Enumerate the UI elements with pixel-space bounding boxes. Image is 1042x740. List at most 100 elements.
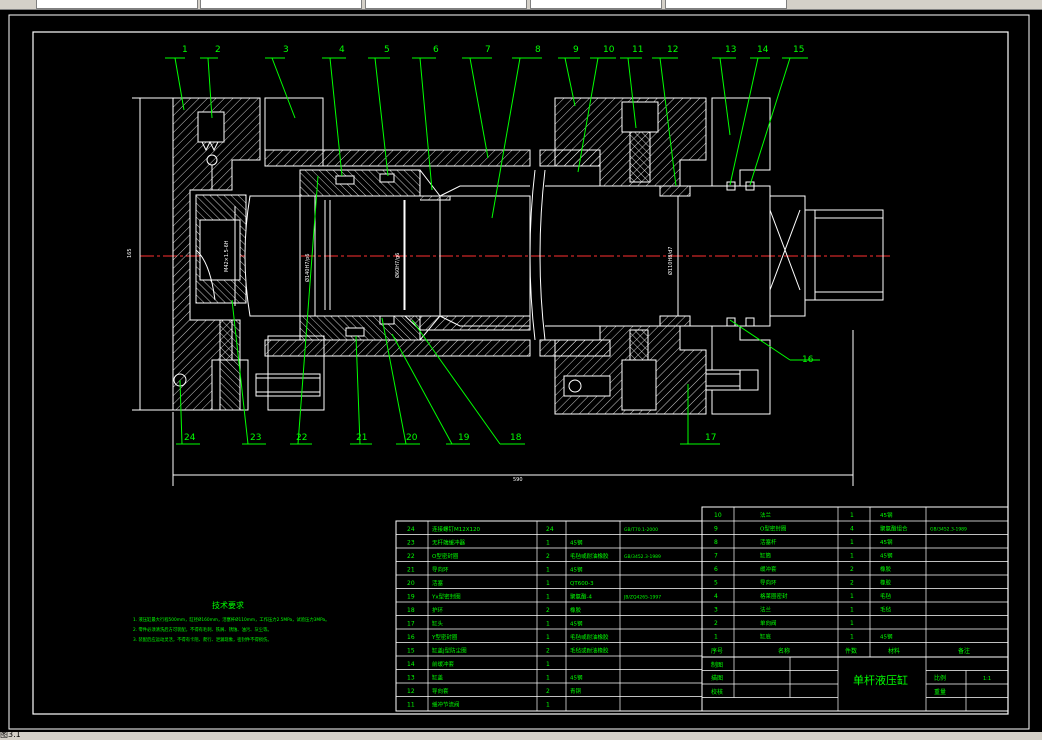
balloon-23: 23 [250,433,261,443]
bom-left-name: 缸盖J型防尘圈 [432,647,467,655]
balloon-15: 15 [793,45,804,55]
bom-right-qty: 2 [850,566,854,573]
bom-right-name: 格莱圈密封 [760,592,788,600]
bom-left-no: 15 [407,648,415,655]
bom-right-no: 6 [714,566,718,573]
bom-right-name: 单向阀 [760,619,777,627]
bom-left-no: 19 [407,594,415,601]
bom-left-name: 缸头 [432,620,444,628]
bom-right-qty: 1 [850,634,854,641]
bom-left-material: 45钢 [570,674,583,682]
title-checked-label: 描图 [711,674,723,682]
bom-left-qty: 24 [546,526,554,533]
bom-right-no: 1 [714,634,718,641]
balloon-3: 3 [283,45,289,55]
balloon-9: 9 [573,45,579,55]
bom-right-material: 聚氨酯组合 [880,525,908,533]
bom-left-remark: GB/T70.1-2000 [624,527,658,533]
bom-right-qty: 1 [850,553,854,560]
bom-left-qty: 1 [546,540,550,547]
balloon-4: 4 [339,45,345,55]
balloon-8: 8 [535,45,541,55]
scale-label: 比例 [934,674,946,682]
weight-label: 重量 [934,688,946,696]
balloon-1: 1 [182,45,188,55]
balloon-10: 10 [603,45,615,55]
bom-left-qty: 2 [546,688,550,695]
document-tab[interactable] [36,0,198,9]
scale-value: 1:1 [983,676,991,682]
bom-left-name: 导向环 [432,566,449,574]
balloon-6: 6 [433,45,439,55]
balloon-12: 12 [667,45,678,55]
bom-left-qty: 1 [546,567,550,574]
bom-left-qty: 1 [546,621,550,628]
dim-bore4: Ø110H8/d7 [667,247,674,275]
status-bar: 图3.1 [0,730,1042,739]
bom-left-name: 缸盖 [432,674,444,682]
document-tab[interactable] [665,0,787,9]
bom-header-no: 序号 [711,647,723,655]
balloon-5: 5 [384,45,390,55]
bom-left-no: 20 [407,580,415,587]
bom-right-no: 7 [714,553,718,560]
bom-right-material: 45钢 [880,633,893,641]
bom-left-name: 导向套 [432,687,449,695]
balloon-11: 11 [632,45,643,55]
bom-left-material: 聚氨酯-4 [570,593,592,601]
bom-right-qty: 1 [850,512,854,519]
bom-right-material: 毛毡 [880,606,892,614]
bom-right-qty: 1 [850,539,854,546]
bom-right-name: 缸筒 [760,552,772,560]
bom-right-material: 橡胶 [880,565,892,573]
bom-left-qty: 1 [546,702,550,709]
bom-right-no: 2 [714,620,718,627]
cad-drawing-canvas[interactable]: 590 165 M42×1.5-6H Ø140H7/p6 Ø60H7/g6 Ø1… [0,10,1042,732]
bom-right-name: 缓冲套 [760,565,777,573]
bom-right-name: 活塞杆 [760,538,777,546]
balloon-17: 17 [705,433,716,443]
title-approved-label: 校核 [711,688,723,696]
bom-left-material: 青铜 [570,687,582,695]
document-tab[interactable] [200,0,362,9]
bom-left-name: Y型密封圈 [431,633,458,641]
balloon-24: 24 [184,433,196,443]
bom-left-qty: 1 [546,594,550,601]
document-tab[interactable] [530,0,662,9]
document-tab[interactable] [365,0,527,9]
bom-right-name: 法兰 [760,511,772,519]
bom-left-material: 45钢 [570,620,583,628]
bom-right-qty: 1 [850,593,854,600]
balloon-14: 14 [757,45,769,55]
drawing-title: 单杆液压缸 [853,673,908,687]
drawing-tabs-bar [0,0,1042,10]
bom-left-qty: 2 [546,607,550,614]
balloon-2: 2 [215,45,221,55]
bom-left-no: 18 [407,607,415,614]
bom-left-no: 17 [407,621,415,628]
bom-left-material: 橡胶 [570,606,582,614]
balloon-21: 21 [356,433,367,443]
bom-left-name: 缓冲节流阀 [432,701,460,709]
bom-header-remark: 备注 [958,647,970,655]
bom-left-qty: 1 [546,634,550,641]
bom-left-qty: 2 [546,553,550,560]
bom-left-no: 13 [407,675,415,682]
bom-left-material: 毛毡或耐油橡胶 [570,647,609,655]
bom-right-qty: 1 [850,620,854,627]
bom-right-qty: 1 [850,607,854,614]
technical-requirements: 技术要求 1. 液压缸最大行程500mm，缸径Ø160mm，活塞杆Ø110mm，… [133,600,329,643]
balloon-20: 20 [406,433,418,443]
dim-height: 165 [127,248,133,258]
bom-right-no: 5 [714,580,718,587]
bom-left-qty: 1 [546,675,550,682]
bom-left-name: 连接螺钉M12X120 [432,525,481,533]
title-drawn-label: 制图 [711,661,723,669]
bom-left-no: 14 [407,661,415,668]
bom-left-name: 无杆端缓冲器 [432,539,466,547]
balloon-7: 7 [485,45,491,55]
bom-right-material: 毛毡 [880,592,892,600]
bom-left-no: 21 [407,567,415,574]
bom-left-material: QT600-3 [570,581,594,587]
balloon-18: 18 [510,433,522,443]
